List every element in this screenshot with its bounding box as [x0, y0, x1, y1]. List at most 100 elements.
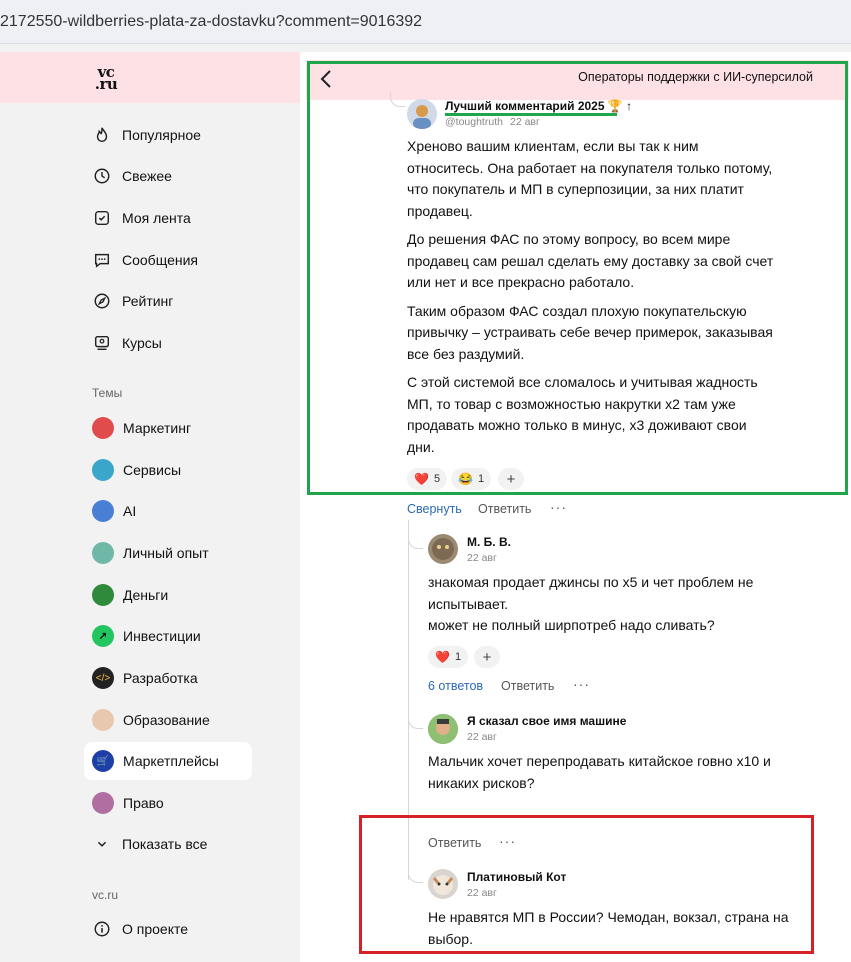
comment-date: 22 авг: [467, 887, 497, 899]
reaction-heart[interactable]: ❤️ 5: [407, 468, 448, 490]
site-logo[interactable]: vc .ru: [92, 65, 120, 92]
sidebar-item-label: Рейтинг: [122, 293, 174, 309]
reply-button[interactable]: Ответить: [478, 502, 531, 516]
comment-body: Мальчик хочет перепродавать китайское го…: [428, 753, 771, 791]
sidebar-item-label: Курсы: [122, 335, 162, 351]
topic-avatar: ↗: [92, 625, 114, 647]
url-text[interactable]: 2172550-wildberries-plata-za-dostavku?co…: [0, 13, 422, 31]
avatar[interactable]: [428, 869, 458, 899]
sidebar-item-messages[interactable]: Сообщения: [92, 248, 198, 272]
topic-personal-experience[interactable]: Личный опыт: [92, 540, 209, 566]
topic-label: Деньги: [123, 587, 169, 603]
topic-marketing[interactable]: Маркетинг: [92, 415, 191, 441]
reaction-count: 1: [477, 473, 485, 485]
sidebar-item-label: Сообщения: [122, 252, 198, 268]
topic-label: AI: [123, 503, 137, 519]
thread-connector: [408, 864, 423, 883]
sidebar-item-my-feed[interactable]: Моя лента: [92, 206, 191, 230]
chat-icon: [92, 250, 112, 270]
topic-investments[interactable]: ↗ Инвестиции: [92, 623, 201, 649]
topic-money[interactable]: Деньги: [92, 582, 168, 608]
thread-connector: [408, 530, 423, 549]
sidebar-item-fresh[interactable]: Свежее: [92, 164, 172, 188]
reply-button[interactable]: Ответить: [501, 679, 554, 693]
about-link[interactable]: О проекте: [92, 917, 188, 941]
comment-handle[interactable]: @toughtruth: [445, 116, 503, 128]
fire-icon: [92, 125, 112, 145]
info-icon: [92, 919, 112, 939]
courses-icon: [92, 333, 112, 353]
comment-author[interactable]: Платиновый Кот: [467, 870, 566, 884]
sidebar-item-label: Свежее: [122, 168, 172, 184]
more-button[interactable]: ···: [499, 833, 516, 849]
topic-label: Маркетинг: [123, 420, 192, 436]
topic-law[interactable]: Право: [92, 790, 164, 816]
topic-label: Маркетплейсы: [123, 753, 219, 769]
topic-avatar: [92, 792, 114, 814]
reaction-heart[interactable]: ❤️ 1: [428, 646, 469, 668]
thread-line: [408, 520, 409, 880]
comment-body: знакомая продает джинсы по х5 и чет проб…: [428, 574, 754, 633]
heart-icon: ❤️: [435, 650, 450, 664]
compass-icon: [92, 291, 112, 311]
comment-author[interactable]: Я сказал свое имя машине: [467, 714, 626, 728]
topic-label: Инвестиции: [123, 628, 201, 644]
sidebar-item-popular[interactable]: Популярное: [92, 123, 201, 147]
comment-paragraph: До решения ФАС по этому вопросу, во всем…: [407, 231, 774, 290]
comment-body: Не нравятся МП в России? Чемодан, вокзал…: [428, 909, 789, 947]
reply-button[interactable]: Ответить: [428, 836, 481, 850]
sidebar-top-strip: [0, 52, 306, 103]
thread-connector: [408, 710, 423, 729]
avatar[interactable]: [407, 99, 437, 129]
comment-body: Хреново вашим клиентам, если вы так к ни…: [407, 136, 777, 465]
topic-label: Образование: [123, 712, 210, 728]
topic-label: Право: [123, 795, 164, 811]
back-button[interactable]: [318, 68, 336, 90]
sidebar-item-label: Популярное: [122, 127, 201, 143]
topic-avatar: [92, 542, 114, 564]
reaction-count: 5: [433, 473, 441, 485]
sidebar-item-label: Моя лента: [122, 210, 191, 226]
topic-avatar: [92, 459, 114, 481]
replies-toggle[interactable]: 6 ответов: [428, 679, 483, 693]
topic-avatar: [92, 584, 114, 606]
about-label: О проекте: [122, 921, 189, 937]
show-all-button[interactable]: Показать все: [92, 832, 207, 856]
topic-label: Личный опыт: [123, 545, 209, 561]
more-button[interactable]: ···: [550, 499, 567, 515]
topic-services[interactable]: Сервисы: [92, 457, 181, 483]
avatar[interactable]: [428, 534, 458, 564]
comment-paragraph: Таким образом ФАС создал плохую покупате…: [407, 302, 773, 362]
reaction-laugh[interactable]: 😂 1: [451, 468, 492, 490]
add-reaction-button[interactable]: +: [498, 468, 524, 490]
topic-avatar: [92, 500, 114, 522]
sidebar-item-rating[interactable]: Рейтинг: [92, 289, 173, 313]
chevron-down-icon: [92, 834, 112, 854]
comment-paragraph: С этой системой все сломалось и учитывая…: [407, 374, 758, 455]
avatar[interactable]: [428, 714, 458, 744]
panel-title: Операторы поддержки с ИИ-суперсилой: [578, 70, 813, 84]
topic-education[interactable]: Образование: [92, 707, 210, 733]
feed-icon: [92, 208, 112, 228]
topics-heading: Темы: [92, 386, 123, 400]
show-all-label: Показать все: [122, 836, 208, 852]
topic-avatar: </>: [92, 667, 114, 689]
topic-avatar: [92, 417, 114, 439]
topic-ai[interactable]: AI: [92, 498, 136, 524]
collapse-button[interactable]: Свернуть: [407, 502, 462, 516]
more-button[interactable]: ···: [573, 676, 590, 692]
topic-marketplaces[interactable]: 🛒 Маркетплейсы: [84, 742, 252, 780]
sidebar-item-courses[interactable]: Курсы: [92, 331, 162, 355]
comment-date: 22 авг: [467, 731, 497, 743]
topic-label: Сервисы: [123, 462, 182, 478]
comment-date: 22 авг: [510, 116, 540, 128]
footer-heading: vc.ru: [92, 888, 119, 902]
heart-icon: ❤️: [414, 472, 429, 486]
add-reaction-button[interactable]: +: [474, 646, 500, 668]
comment-author[interactable]: М. Б. В.: [467, 535, 511, 549]
laugh-icon: 😂: [458, 472, 473, 486]
topic-development[interactable]: </> Разработка: [92, 665, 198, 691]
reaction-count: 1: [454, 651, 462, 663]
comment-author[interactable]: Лучший комментарий 2025 🏆 ↑: [445, 99, 632, 113]
browser-url-bar[interactable]: 2172550-wildberries-plata-za-dostavku?co…: [0, 0, 851, 44]
